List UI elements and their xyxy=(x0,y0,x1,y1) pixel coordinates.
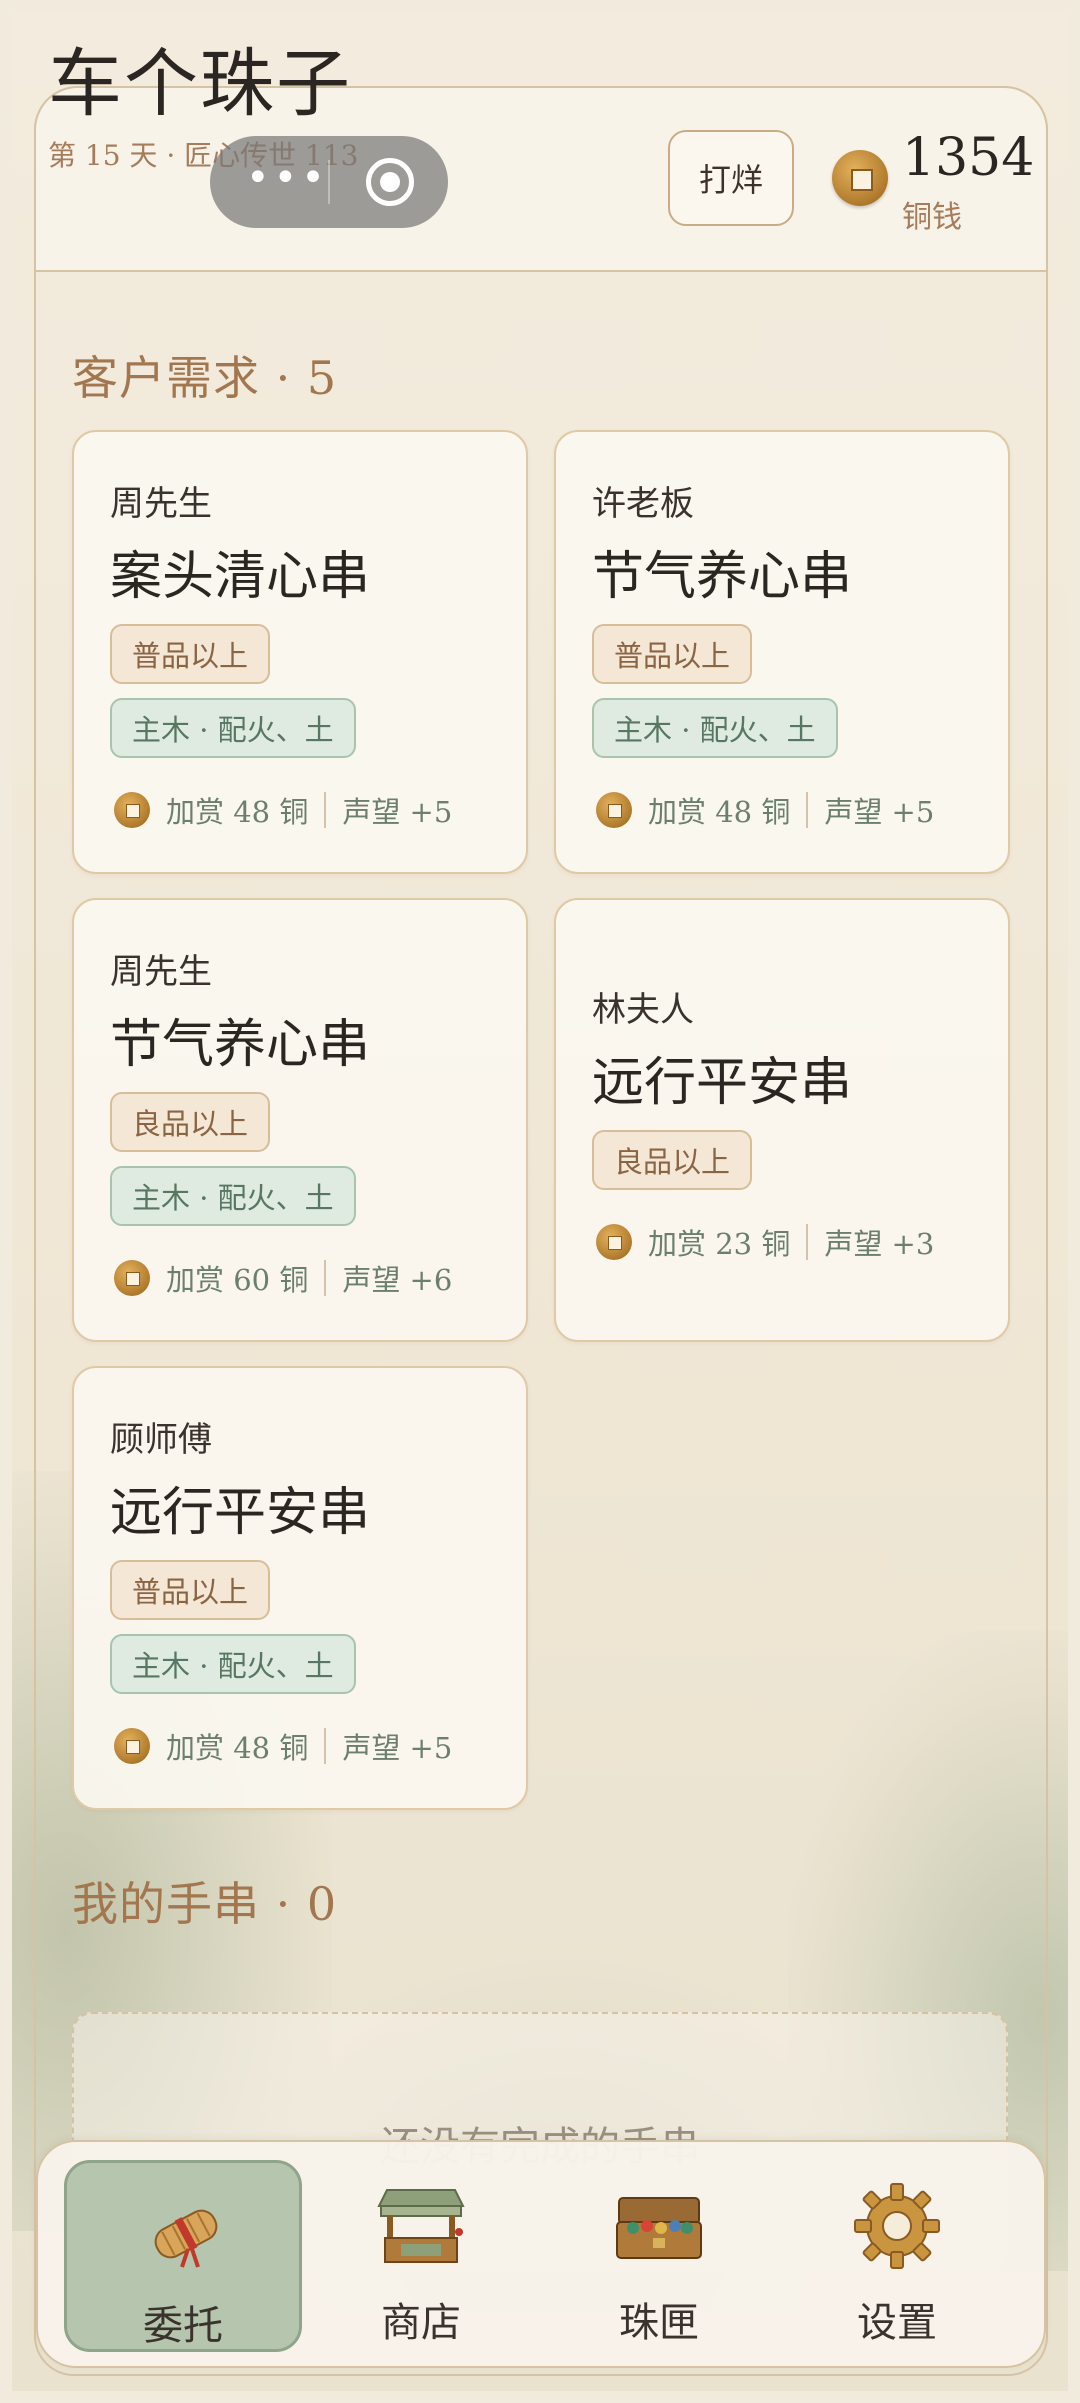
coin-balance-label: 铜钱 xyxy=(902,200,962,235)
coin-balance: 1354 xyxy=(902,128,1035,188)
product-name: 节气养心串 xyxy=(110,1015,371,1075)
nav-item-shop[interactable]: 商店 xyxy=(302,2160,540,2352)
grade-tag: 普品以上 xyxy=(110,624,271,684)
reward-divider xyxy=(324,1260,327,1296)
element-tag: 主木 · 配火、土 xyxy=(110,1634,356,1694)
customer-name: 周先生 xyxy=(110,484,212,524)
product-name: 远行平安串 xyxy=(110,1483,371,1543)
app-title: 车个珠子 xyxy=(48,41,352,127)
nav-label: 委托 xyxy=(143,2303,223,2349)
product-name: 节气养心串 xyxy=(592,547,853,607)
grade-tag: 普品以上 xyxy=(110,1560,271,1620)
element-tag: 主木 · 配火、土 xyxy=(110,698,356,758)
copper-coin-icon xyxy=(832,150,888,206)
demand-card[interactable]: 许老板 节气养心串 普品以上 主木 · 配火、土 加赏 48 铜 声望 +5 xyxy=(554,430,1010,874)
customer-name: 顾师傅 xyxy=(110,1420,212,1460)
reputation-text: 声望 +5 xyxy=(342,1731,453,1765)
scroll-icon xyxy=(154,2209,218,2268)
bonus-text: 加赏 48 铜 xyxy=(166,1731,309,1765)
nav-label: 珠匣 xyxy=(619,2300,699,2346)
reward-divider xyxy=(806,792,809,828)
reputation-text: 声望 +3 xyxy=(824,1227,935,1261)
copper-coin-icon xyxy=(114,1260,150,1296)
bottom-nav: 委托 商店 珠匣 设置 xyxy=(36,2140,1046,2368)
reward-divider xyxy=(324,792,327,828)
mini-program-capsule[interactable]: ••• xyxy=(210,136,448,228)
close-shop-button[interactable]: 打烊 xyxy=(668,130,794,226)
copper-coin-icon xyxy=(596,1224,632,1260)
bonus-text: 加赏 48 铜 xyxy=(648,795,791,829)
demand-card[interactable]: 周先生 节气养心串 良品以上 主木 · 配火、土 加赏 60 铜 声望 +6 xyxy=(72,898,528,1342)
nav-item-settings[interactable]: 设置 xyxy=(778,2160,1016,2352)
customer-name: 林夫人 xyxy=(592,990,694,1030)
close-target-icon[interactable] xyxy=(366,158,414,206)
copper-coin-icon xyxy=(596,792,632,828)
reward-divider xyxy=(324,1728,327,1764)
customer-name: 周先生 xyxy=(110,952,212,992)
bonus-text: 加赏 23 铜 xyxy=(648,1227,791,1261)
copper-coin-icon xyxy=(114,1728,150,1764)
customer-name: 许老板 xyxy=(592,484,694,524)
nav-label: 设置 xyxy=(857,2300,937,2346)
gear-icon xyxy=(854,2183,940,2269)
demand-card[interactable]: 周先生 案头清心串 普品以上 主木 · 配火、土 加赏 48 铜 声望 +5 xyxy=(72,430,528,874)
reward-row: 加赏 60 铜 声望 +6 xyxy=(114,1258,452,1298)
reward-divider xyxy=(806,1224,809,1260)
element-tag: 主木 · 配火、土 xyxy=(110,1166,356,1226)
reputation-text: 声望 +5 xyxy=(342,795,453,829)
nav-label: 商店 xyxy=(381,2300,461,2346)
reward-row: 加赏 48 铜 声望 +5 xyxy=(596,790,934,830)
demand-section-title: 客户需求 · 5 xyxy=(72,351,338,405)
grade-tag: 普品以上 xyxy=(592,624,753,684)
bonus-text: 加赏 48 铜 xyxy=(166,795,309,829)
bonus-text: 加赏 60 铜 xyxy=(166,1263,309,1297)
more-dots-icon[interactable]: ••• xyxy=(246,158,329,198)
reputation-text: 声望 +5 xyxy=(824,795,935,829)
nav-item-commission[interactable]: 委托 xyxy=(64,2160,302,2352)
demand-card[interactable]: 顾师傅 远行平安串 普品以上 主木 · 配火、土 加赏 48 铜 声望 +5 xyxy=(72,1366,528,1810)
grade-tag: 良品以上 xyxy=(110,1092,271,1152)
reputation-text: 声望 +6 xyxy=(342,1263,453,1297)
reward-row: 加赏 23 铜 声望 +3 xyxy=(596,1222,934,1262)
capsule-divider xyxy=(328,160,330,204)
copper-coin-icon xyxy=(114,792,150,828)
element-tag: 主木 · 配火、土 xyxy=(592,698,838,758)
grade-tag: 良品以上 xyxy=(592,1130,753,1190)
demand-card[interactable]: 林夫人 远行平安串 良品以上 加赏 23 铜 声望 +3 xyxy=(554,898,1010,1342)
bracelet-section-title: 我的手串 · 0 xyxy=(72,1877,338,1931)
nav-item-bead-box[interactable]: 珠匣 xyxy=(540,2160,778,2352)
reward-row: 加赏 48 铜 声望 +5 xyxy=(114,790,452,830)
shop-stall-icon xyxy=(377,2189,465,2263)
product-name: 案头清心串 xyxy=(110,547,371,607)
reward-row: 加赏 48 铜 声望 +5 xyxy=(114,1726,452,1766)
bead-chest-icon xyxy=(616,2197,702,2259)
product-name: 远行平安串 xyxy=(592,1053,853,1113)
